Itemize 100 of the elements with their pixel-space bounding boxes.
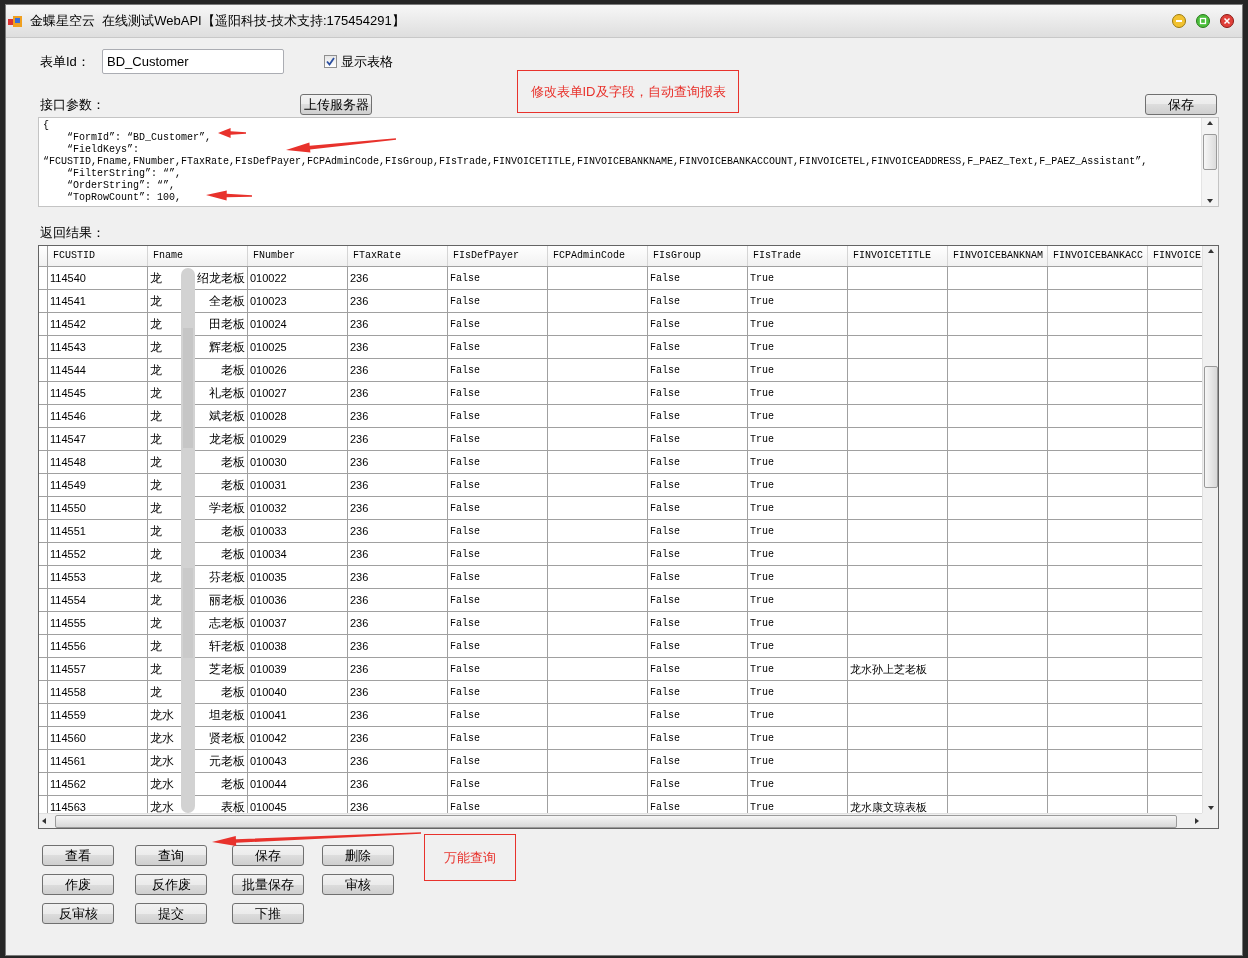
action-button[interactable]: 反作废 [135,874,207,895]
column-header[interactable]: FINVOICEBANKNAM [948,246,1048,266]
maximize-icon[interactable] [1196,14,1210,28]
annotation-note: 修改表单ID及字段，自动查询报表 [517,70,739,113]
row-header[interactable] [39,428,48,451]
column-header[interactable]: FTaxRate [348,246,448,266]
column-header[interactable]: FIsGroup [648,246,748,266]
column-header[interactable]: FIsTrade [748,246,848,266]
action-button[interactable]: 反审核 [42,903,114,924]
action-button[interactable]: 下推 [232,903,304,924]
action-button[interactable]: 查询 [135,845,207,866]
table-cell: 114560 [48,727,148,750]
table-cell: False [648,290,748,313]
table-cell: 236 [348,681,448,704]
table-cell: True [748,612,848,635]
column-header[interactable]: FIsDefPayer [448,246,548,266]
row-header[interactable] [39,681,48,704]
row-header[interactable] [39,658,48,681]
row-header[interactable] [39,773,48,796]
scroll-thumb[interactable] [1203,366,1218,488]
row-header[interactable] [39,612,48,635]
table-cell: False [648,566,748,589]
table-cell: False [448,267,548,290]
row-header[interactable] [39,290,48,313]
save-button[interactable]: 保存 [1145,94,1217,115]
row-header[interactable] [39,451,48,474]
action-button[interactable]: 删除 [322,845,394,866]
row-header[interactable] [39,520,48,543]
table-cell: True [748,520,848,543]
row-header[interactable] [39,543,48,566]
table-cell: 236 [348,290,448,313]
table-cell: False [648,773,748,796]
table-cell: 114549 [48,474,148,497]
column-header[interactable]: FINVOICETITLE [848,246,948,266]
window-title: 金蝶星空云 在线测试WebAPI【遥阳科技-技术支持:175454291】 [30,12,405,30]
row-header[interactable] [39,405,48,428]
show-grid-checkbox[interactable] [324,55,337,68]
table-cell: False [648,428,748,451]
action-button[interactable]: 审核 [322,874,394,895]
table-cell: 114543 [48,336,148,359]
annotation-note: 万能查询 [424,834,516,881]
table-cell: True [748,658,848,681]
table-cell: False [448,750,548,773]
row-header[interactable] [39,704,48,727]
row-header[interactable] [39,382,48,405]
table-cell: 236 [348,635,448,658]
table-cell: False [448,313,548,336]
table-cell: 010043 [248,750,348,773]
row-header[interactable] [39,750,48,773]
table-cell: True [748,313,848,336]
row-header[interactable] [39,313,48,336]
column-header[interactable]: FINVOICEBANKACC [1048,246,1148,266]
row-header[interactable] [39,359,48,382]
table-cell: 114557 [48,658,148,681]
table-cell: 010030 [248,451,348,474]
action-button[interactable]: 作废 [42,874,114,895]
column-header[interactable]: FCPAdminCode [548,246,648,266]
action-button[interactable]: 保存 [232,845,304,866]
table-cell: 114550 [48,497,148,520]
table-cell: False [648,451,748,474]
table-cell: 114558 [48,681,148,704]
checkbox-label: 显示表格 [341,52,393,71]
minimize-icon[interactable] [1172,14,1186,28]
row-header[interactable] [39,589,48,612]
form-id-field[interactable]: BD_Customer [102,49,284,74]
table-cell: True [748,543,848,566]
upload-button[interactable]: 上传服务器 [300,94,372,115]
table-cell: False [648,497,748,520]
row-header[interactable] [39,336,48,359]
table-cell: False [448,497,548,520]
table-cell: 236 [348,451,448,474]
column-header[interactable]: FCUSTID [48,246,148,266]
table-cell: False [448,612,548,635]
table-cell: 236 [348,474,448,497]
table-cell: 010041 [248,704,348,727]
close-icon[interactable] [1220,14,1234,28]
table-cell: True [748,474,848,497]
table-cell: True [748,681,848,704]
row-header[interactable] [39,635,48,658]
table-cell: 114545 [48,382,148,405]
action-button[interactable]: 查看 [42,845,114,866]
table-cell: True [748,727,848,750]
action-button[interactable]: 提交 [135,903,207,924]
row-header[interactable] [39,474,48,497]
column-header[interactable]: FNumber [248,246,348,266]
table-cell: 114553 [48,566,148,589]
table-cell: 010031 [248,474,348,497]
row-header[interactable] [39,566,48,589]
row-header[interactable] [39,727,48,750]
table-cell: True [748,750,848,773]
table-cell: 236 [348,359,448,382]
vertical-scrollbar[interactable] [1202,246,1218,813]
table-cell: False [648,612,748,635]
table-cell: False [448,290,548,313]
action-button[interactable]: 批量保存 [232,874,304,895]
column-header[interactable]: Fname [148,246,248,266]
row-header[interactable] [39,497,48,520]
table-cell: False [448,428,548,451]
row-header[interactable] [39,267,48,290]
table-cell: 010025 [248,336,348,359]
